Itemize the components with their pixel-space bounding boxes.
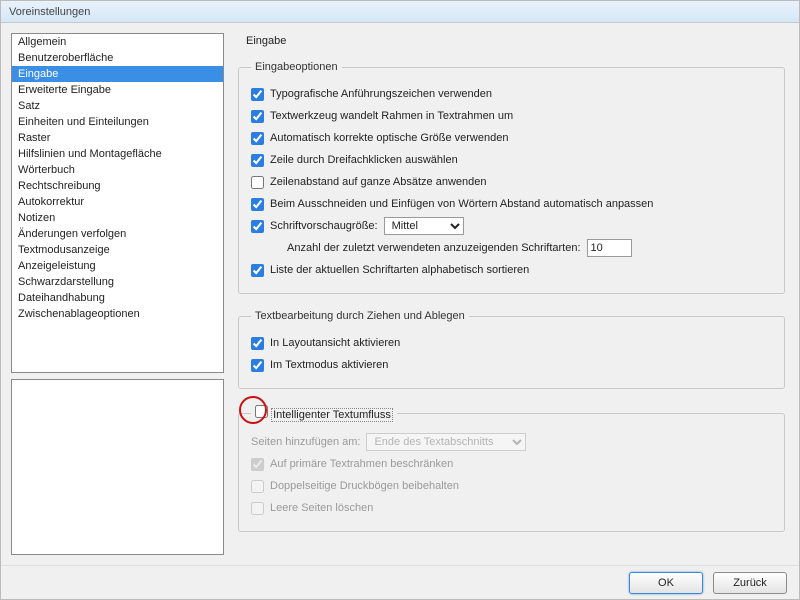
sidebar-item[interactable]: Zwischenablageoptionen	[12, 306, 223, 322]
group-smartreflow-legend: Intelligenter Textumfluss	[251, 405, 397, 421]
label-optical: Automatisch korrekte optische Größe verw…	[270, 132, 508, 144]
checkbox-cutpaste[interactable]	[251, 198, 264, 211]
sidebar-item[interactable]: Benutzeroberfläche	[12, 50, 223, 66]
sidebar-item[interactable]: Anzeigeleistung	[12, 258, 223, 274]
label-sortfonts: Liste der aktuellen Schriftarten alphabe…	[270, 264, 529, 276]
checkbox-texttool[interactable]	[251, 110, 264, 123]
window-title: Voreinstellungen	[9, 6, 90, 18]
input-recentfonts[interactable]	[587, 239, 632, 257]
page-title: Eingabe	[246, 35, 785, 47]
sidebar-preview	[11, 379, 224, 555]
sidebar-item[interactable]: Raster	[12, 130, 223, 146]
checkbox-leading[interactable]	[251, 176, 264, 189]
sidebar-item[interactable]: Dateihandhabung	[12, 290, 223, 306]
select-addpages: Ende des Textabschnitts	[366, 433, 526, 451]
label-primary: Auf primäre Textrahmen beschränken	[270, 458, 453, 470]
checkbox-primary	[251, 458, 264, 471]
group-type-options: Eingabeoptionen Typografische Anführungs…	[238, 61, 785, 294]
group-type-options-legend: Eingabeoptionen	[251, 61, 342, 73]
sidebar-item[interactable]: Hilfslinien und Montagefläche	[12, 146, 223, 162]
checkbox-previewsize[interactable]	[251, 220, 264, 233]
sidebar: AllgemeinBenutzeroberflächeEingabeErweit…	[11, 33, 224, 555]
window-body: AllgemeinBenutzeroberflächeEingabeErweit…	[1, 23, 799, 565]
checkbox-dd-textmode[interactable]	[251, 359, 264, 372]
sidebar-item[interactable]: Rechtschreibung	[12, 178, 223, 194]
label-leading: Zeilenabstand auf ganze Absätze anwenden	[270, 176, 487, 188]
label-typographic: Typografische Anführungszeichen verwende…	[270, 88, 492, 100]
select-previewsize[interactable]: Mittel	[384, 217, 464, 235]
label-tripleclick: Zeile durch Dreifachklicken auswählen	[270, 154, 458, 166]
footer: OK Zurück	[1, 565, 799, 599]
ok-button[interactable]: OK	[629, 572, 703, 594]
sidebar-item[interactable]: Änderungen verfolgen	[12, 226, 223, 242]
back-button[interactable]: Zurück	[713, 572, 787, 594]
sidebar-item[interactable]: Notizen	[12, 210, 223, 226]
label-dd-layout: In Layoutansicht aktivieren	[270, 337, 400, 349]
sidebar-item[interactable]: Schwarzdarstellung	[12, 274, 223, 290]
group-dragdrop-legend: Textbearbeitung durch Ziehen und Ablegen	[251, 310, 469, 322]
group-smartreflow: Intelligenter Textumfluss Seiten hinzufü…	[238, 405, 785, 532]
checkbox-tripleclick[interactable]	[251, 154, 264, 167]
checkbox-smartreflow[interactable]	[255, 405, 268, 418]
label-recentfonts: Anzahl der zuletzt verwendeten anzuzeige…	[287, 242, 581, 254]
label-dd-textmode: Im Textmodus aktivieren	[270, 359, 388, 371]
checkbox-typographic[interactable]	[251, 88, 264, 101]
sidebar-item[interactable]: Satz	[12, 98, 223, 114]
group-dragdrop: Textbearbeitung durch Ziehen und Ablegen…	[238, 310, 785, 389]
label-deleteempty: Leere Seiten löschen	[270, 502, 373, 514]
checkbox-dd-layout[interactable]	[251, 337, 264, 350]
preferences-window: Voreinstellungen AllgemeinBenutzeroberfl…	[0, 0, 800, 600]
sidebar-item[interactable]: Autokorrektur	[12, 194, 223, 210]
label-spreads: Doppelseitige Druckbögen beibehalten	[270, 480, 459, 492]
sidebar-item[interactable]: Einheiten und Einteilungen	[12, 114, 223, 130]
label-addpages: Seiten hinzufügen am:	[251, 436, 360, 448]
checkbox-sortfonts[interactable]	[251, 264, 264, 277]
checkbox-spreads	[251, 480, 264, 493]
label-smartreflow: Intelligenter Textumfluss	[271, 408, 393, 422]
sidebar-item[interactable]: Textmodusanzeige	[12, 242, 223, 258]
category-list[interactable]: AllgemeinBenutzeroberflächeEingabeErweit…	[11, 33, 224, 373]
label-previewsize: Schriftvorschaugröße:	[270, 220, 378, 232]
label-texttool: Textwerkzeug wandelt Rahmen in Textrahme…	[270, 110, 513, 122]
checkbox-deleteempty	[251, 502, 264, 515]
sidebar-item[interactable]: Allgemein	[12, 34, 223, 50]
sidebar-item[interactable]: Eingabe	[12, 66, 223, 82]
main-panel: Eingabe Eingabeoptionen Typografische An…	[234, 33, 789, 555]
checkbox-optical[interactable]	[251, 132, 264, 145]
label-cutpaste: Beim Ausschneiden und Einfügen von Wörte…	[270, 198, 653, 210]
sidebar-item[interactable]: Erweiterte Eingabe	[12, 82, 223, 98]
titlebar: Voreinstellungen	[1, 1, 799, 23]
sidebar-item[interactable]: Wörterbuch	[12, 162, 223, 178]
